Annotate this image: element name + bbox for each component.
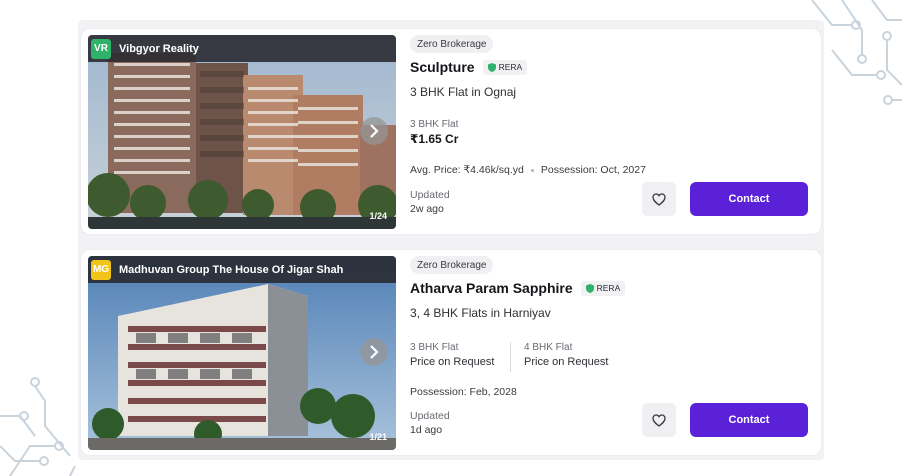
listing-info: Zero Brokerage Atharva Param Sapphire RE… [410,250,821,455]
listing-image-carousel[interactable]: VR Vibgyor Reality 1/24 [88,35,396,229]
config-price: Price on Request [524,356,609,368]
possession-date: Possession: Feb, 2028 [410,386,517,398]
updated-info: Updated 2w ago [410,189,450,215]
updated-value: 2w ago [410,203,444,215]
builder-logo: VR [91,38,111,59]
rera-label: RERA [498,62,523,72]
config-label: 3 BHK Flat [410,119,459,130]
config-block: 3 BHK Flat Price on Request [410,342,494,368]
project-subtitle: 3 BHK Flat in Ognaj [410,85,517,99]
updated-value: 1d ago [410,424,443,436]
listing-image-carousel[interactable]: MG Madhuvan Group The House Of Jigar Sha… [88,256,396,450]
meta-line: Avg. Price: ₹4.46k/sq.yd Possession: Oct… [410,164,646,176]
updated-label: Updated [410,189,450,201]
circuit-decoration-icon [0,377,76,476]
listing-card[interactable]: VR Vibgyor Reality 1/24 Zero Brokerage S… [80,28,822,235]
config-label: 3 BHK Flat [410,342,459,353]
shield-icon [487,62,496,72]
heart-icon [652,413,666,427]
avg-price: Avg. Price: ₹4.46k/sq.yd [410,164,524,176]
config-block: 4 BHK Flat Price on Request [524,342,608,368]
separator-dot [530,168,534,172]
image-counter: 1/21 [369,432,387,442]
listing-info: Zero Brokerage Sculpture RERA 3 BHK Flat… [410,29,821,234]
builder-name[interactable]: Madhuvan Group The House Of Jigar Shah [119,264,343,276]
contact-button[interactable]: Contact [690,182,808,216]
zero-brokerage-badge: Zero Brokerage [410,35,494,53]
updated-label: Updated [410,410,450,422]
contact-button[interactable]: Contact [690,403,808,437]
project-title[interactable]: Atharva Param Sapphire [410,280,573,296]
builder-logo: MG [91,259,111,280]
possession-date: Possession: Oct, 2027 [540,164,646,176]
favorite-button[interactable] [642,182,676,216]
config-price: ₹1.65 Cr [410,132,459,146]
config-price: Price on Request [410,356,495,368]
builder-name[interactable]: Vibgyor Reality [119,43,199,55]
project-title[interactable]: Sculpture [410,59,475,75]
building-photo [88,256,396,450]
config-label: 4 BHK Flat [524,342,573,353]
config-block: 3 BHK Flat ₹1.65 Cr [410,119,458,146]
project-subtitle: 3, 4 BHK Flats in Harniyav [410,306,551,320]
next-image-button[interactable] [360,117,388,145]
shield-icon [585,283,594,293]
listing-feed: VR Vibgyor Reality 1/24 Zero Brokerage S… [78,20,824,460]
listing-card[interactable]: MG Madhuvan Group The House Of Jigar Sha… [80,249,822,456]
heart-icon [652,192,666,206]
chevron-right-icon [370,345,379,359]
chevron-right-icon [370,124,379,138]
updated-info: Updated 1d ago [410,410,450,436]
rera-badge: RERA [482,59,528,75]
next-image-button[interactable] [360,338,388,366]
image-counter: 1/24 [369,211,387,221]
favorite-button[interactable] [642,403,676,437]
rera-label: RERA [596,283,621,293]
config-divider [510,342,511,372]
builder-header: MG Madhuvan Group The House Of Jigar Sha… [88,256,396,283]
zero-brokerage-badge: Zero Brokerage [410,256,494,274]
rera-badge: RERA [580,280,626,296]
builder-header: VR Vibgyor Reality [88,35,396,62]
building-photo [88,35,396,229]
